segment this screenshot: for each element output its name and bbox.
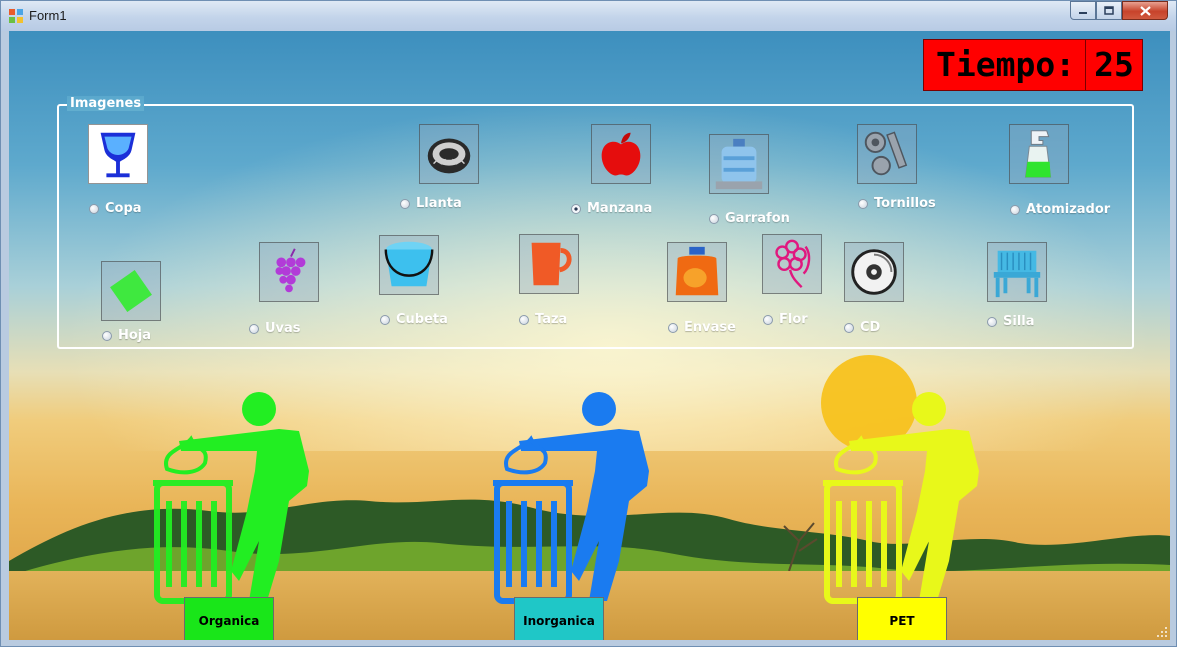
radio-label: Hoja bbox=[118, 328, 152, 343]
radio-manzana[interactable]: Manzana bbox=[571, 201, 652, 216]
cd-icon[interactable] bbox=[844, 242, 904, 302]
radio-indicator[interactable] bbox=[89, 203, 99, 214]
pet-button[interactable]: PET bbox=[857, 597, 947, 640]
grapes-icon[interactable] bbox=[259, 242, 319, 302]
radio-tornillos[interactable]: Tornillos bbox=[858, 196, 936, 211]
radio-indicator[interactable] bbox=[249, 323, 259, 334]
radio-label: CD bbox=[860, 320, 881, 335]
inorganica-button[interactable]: Inorganica bbox=[514, 597, 604, 640]
radio-indicator-checked[interactable] bbox=[571, 203, 581, 214]
inorganic-recycle-figure[interactable] bbox=[479, 391, 669, 621]
apple-icon[interactable] bbox=[591, 124, 651, 184]
radio-label: Manzana bbox=[587, 201, 653, 216]
tire-icon[interactable] bbox=[419, 124, 479, 184]
radio-label: Uvas bbox=[265, 321, 301, 336]
radio-indicator[interactable] bbox=[102, 330, 112, 341]
water-jug-icon[interactable] bbox=[709, 134, 769, 194]
minimize-icon bbox=[1079, 11, 1087, 14]
radio-label: Cubeta bbox=[396, 312, 448, 327]
radio-copa[interactable]: Copa bbox=[89, 201, 142, 216]
bucket-icon[interactable] bbox=[379, 235, 439, 295]
leaf-icon[interactable] bbox=[101, 261, 161, 321]
pet-recycle-figure[interactable] bbox=[809, 391, 999, 621]
radio-cubeta[interactable]: Cubeta bbox=[380, 312, 448, 327]
spray-bottle-icon[interactable] bbox=[1009, 124, 1069, 184]
radio-envase[interactable]: Envase bbox=[668, 320, 736, 335]
radio-indicator[interactable] bbox=[763, 314, 773, 325]
timer-label: Tiempo: bbox=[924, 40, 1087, 90]
app-window: Form1 Tiempo: 25 Imagenes Copa Llanta Ma… bbox=[0, 0, 1177, 647]
wine-glass-icon[interactable] bbox=[88, 124, 148, 184]
images-groupbox-title: Imagenes bbox=[67, 96, 145, 111]
radio-label: Garrafon bbox=[725, 211, 790, 226]
radio-label: Silla bbox=[1003, 314, 1035, 329]
radio-indicator[interactable] bbox=[1010, 204, 1020, 215]
radio-indicator[interactable] bbox=[858, 198, 868, 209]
radio-indicator[interactable] bbox=[987, 316, 997, 327]
radio-indicator[interactable] bbox=[668, 322, 678, 333]
window-controls bbox=[1070, 1, 1168, 21]
radio-label: Envase bbox=[684, 320, 736, 335]
close-icon bbox=[1139, 5, 1151, 16]
mug-icon[interactable] bbox=[519, 234, 579, 294]
radio-hoja[interactable]: Hoja bbox=[102, 328, 151, 343]
radio-indicator[interactable] bbox=[709, 213, 719, 224]
radio-label: Atomizador bbox=[1026, 202, 1111, 217]
radio-atomizador[interactable]: Atomizador bbox=[1010, 202, 1110, 217]
maximize-button[interactable] bbox=[1096, 1, 1122, 20]
form-client-area: Tiempo: 25 Imagenes Copa Llanta Manzana … bbox=[9, 31, 1170, 640]
flower-icon[interactable] bbox=[762, 234, 822, 294]
title-bar[interactable]: Form1 bbox=[1, 1, 1176, 31]
timer-display: Tiempo: 25 bbox=[923, 39, 1143, 91]
radio-silla[interactable]: Silla bbox=[987, 314, 1035, 329]
radio-llanta[interactable]: Llanta bbox=[400, 196, 462, 211]
radio-label: Llanta bbox=[416, 196, 462, 211]
radio-garrafon[interactable]: Garrafon bbox=[709, 211, 790, 226]
resize-grip-icon[interactable] bbox=[1156, 626, 1168, 638]
radio-indicator[interactable] bbox=[844, 322, 854, 333]
radio-label: Copa bbox=[105, 201, 142, 216]
minimize-button[interactable] bbox=[1070, 1, 1096, 20]
radio-flor[interactable]: Flor bbox=[763, 312, 808, 327]
radio-uvas[interactable]: Uvas bbox=[249, 321, 301, 336]
radio-indicator[interactable] bbox=[380, 314, 390, 325]
organic-recycle-figure[interactable] bbox=[139, 391, 329, 621]
screws-icon[interactable] bbox=[857, 124, 917, 184]
chair-icon[interactable] bbox=[987, 242, 1047, 302]
organica-button[interactable]: Organica bbox=[184, 597, 274, 640]
app-icon bbox=[9, 9, 23, 23]
radio-label: Tornillos bbox=[874, 196, 936, 211]
radio-taza[interactable]: Taza bbox=[519, 312, 567, 327]
detergent-bottle-icon[interactable] bbox=[667, 242, 727, 302]
radio-indicator[interactable] bbox=[400, 198, 410, 209]
window-title: Form1 bbox=[29, 8, 67, 23]
radio-label: Taza bbox=[535, 312, 568, 327]
timer-value: 25 bbox=[1094, 45, 1134, 84]
close-button[interactable] bbox=[1122, 1, 1168, 20]
radio-indicator[interactable] bbox=[519, 314, 529, 325]
radio-cd[interactable]: CD bbox=[844, 320, 880, 335]
maximize-icon bbox=[1104, 6, 1114, 15]
radio-label: Flor bbox=[779, 312, 808, 327]
